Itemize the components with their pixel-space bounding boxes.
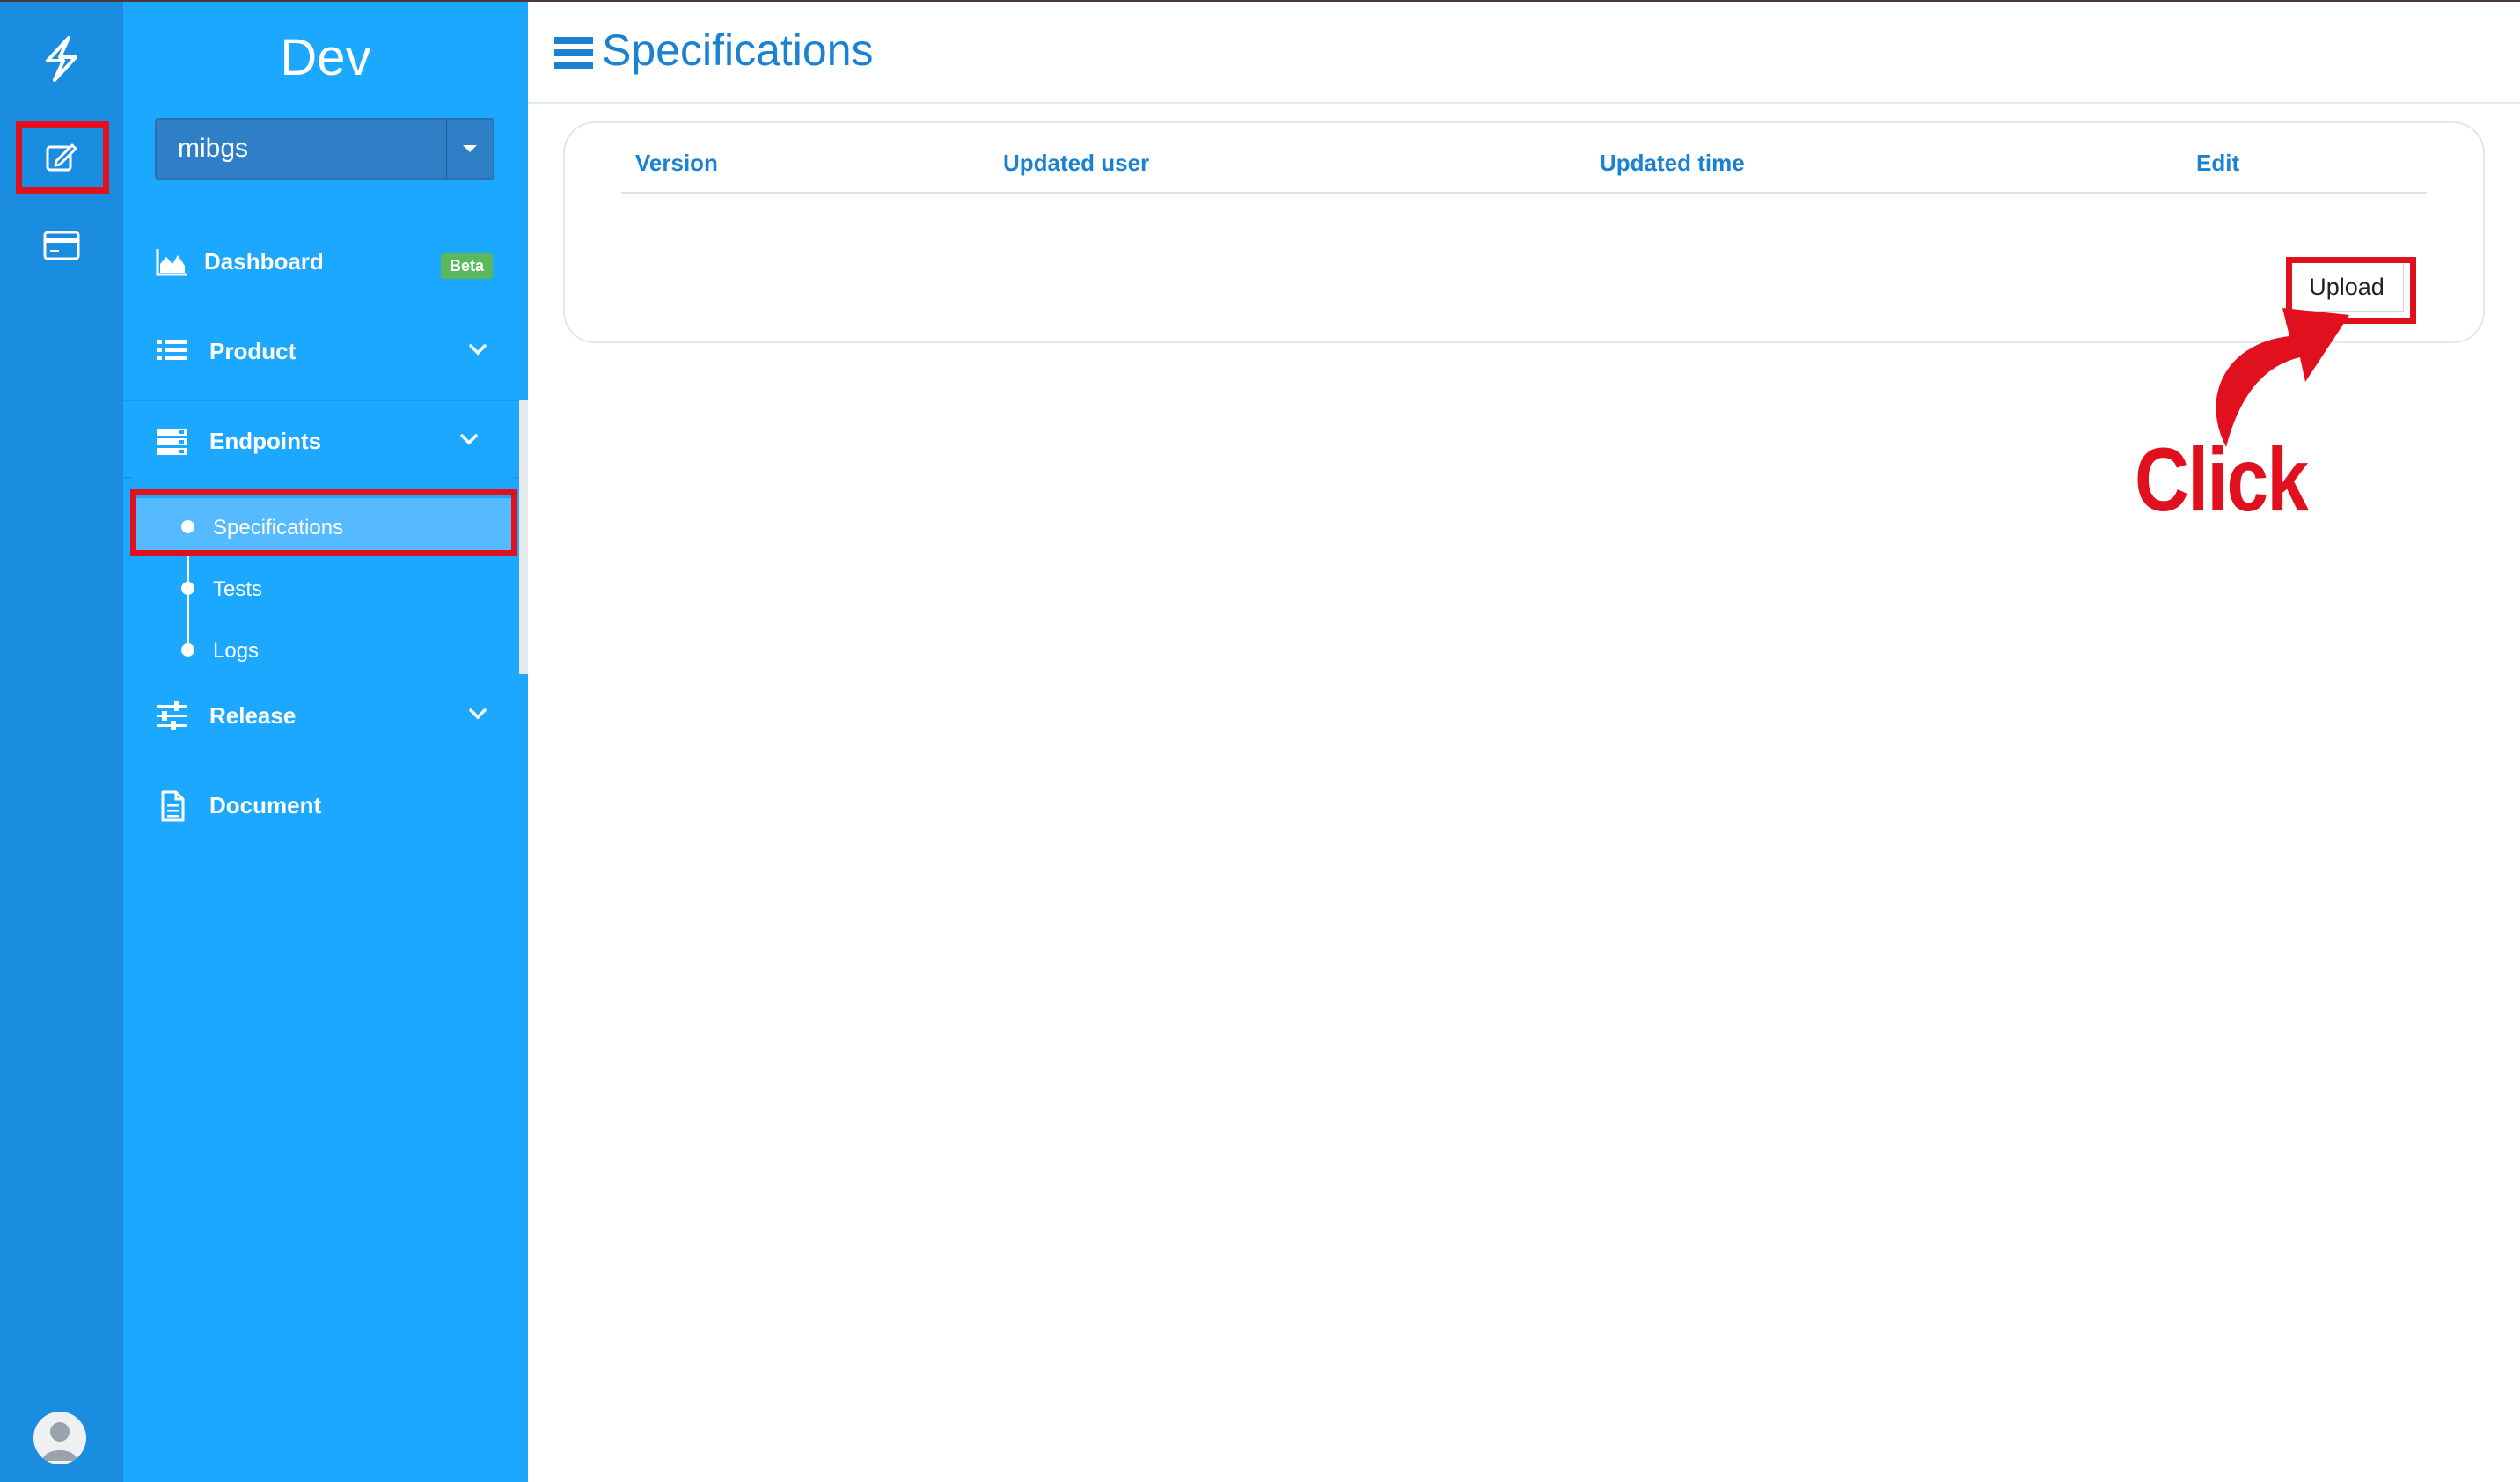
edit-icon-highlight (16, 121, 109, 194)
sidebar-item-label: Endpoints (209, 428, 322, 454)
chevron-down-icon (469, 708, 487, 720)
area-chart-icon (156, 249, 187, 276)
document-icon (161, 790, 185, 822)
menu-icon[interactable] (554, 35, 593, 70)
sidebar-item-dashboard[interactable]: Dashboard Beta (123, 227, 528, 297)
list-icon (157, 340, 187, 360)
chevron-down-icon (460, 434, 478, 445)
credit-card-icon[interactable] (0, 206, 123, 285)
nav-divider (123, 400, 528, 401)
column-header-updated-time[interactable]: Updated time (1600, 150, 1745, 177)
column-header-updated-user[interactable]: Updated user (1003, 150, 1149, 177)
bolt-icon[interactable] (0, 19, 123, 99)
sidebar-item-label: Dashboard (204, 248, 324, 275)
sidebar-item-endpoints[interactable]: Endpoints (123, 407, 528, 477)
avatar[interactable] (33, 1412, 86, 1464)
page-header: Specifications (528, 2, 2520, 104)
sidebar-subitem-label: Logs (213, 639, 260, 663)
sidebar-item-label: Release (209, 702, 297, 729)
specifications-highlight (130, 489, 517, 556)
brand-title: Dev (280, 29, 371, 86)
column-header-version[interactable]: Version (635, 150, 718, 177)
sidebar-item-product[interactable]: Product (123, 317, 528, 387)
bullet-icon (181, 643, 194, 657)
table-header-divider (621, 192, 2427, 194)
sidebar-item-label: Document (209, 792, 322, 818)
sliders-icon (157, 701, 187, 730)
nav-panel: Dev mibgs Dashboard Beta Product Endpoin… (123, 2, 528, 1482)
icon-rail (0, 2, 123, 1482)
sidebar-subitem-tests[interactable]: Tests (132, 560, 512, 618)
project-selector[interactable]: mibgs (155, 118, 494, 180)
beta-badge: Beta (440, 253, 493, 279)
nav-scrollbar[interactable] (519, 400, 528, 674)
sidebar-item-release[interactable]: Release (123, 681, 528, 752)
server-icon (157, 429, 187, 455)
sidebar-item-document[interactable]: Document (123, 771, 528, 841)
sidebar-item-label: Product (209, 338, 297, 364)
sidebar-subitem-logs[interactable]: Logs (132, 621, 512, 679)
sidebar-subitem-label: Tests (213, 577, 263, 601)
page-title: Specifications (602, 26, 874, 75)
caret-down-icon[interactable] (446, 120, 493, 178)
bullet-icon (181, 582, 194, 595)
column-header-edit[interactable]: Edit (2196, 150, 2239, 177)
project-selector-value: mibgs (178, 134, 249, 163)
chevron-down-icon (469, 344, 487, 356)
specifications-table-card: Version Updated user Updated time Edit U… (563, 121, 2485, 343)
click-callout: Click (2135, 429, 2309, 530)
